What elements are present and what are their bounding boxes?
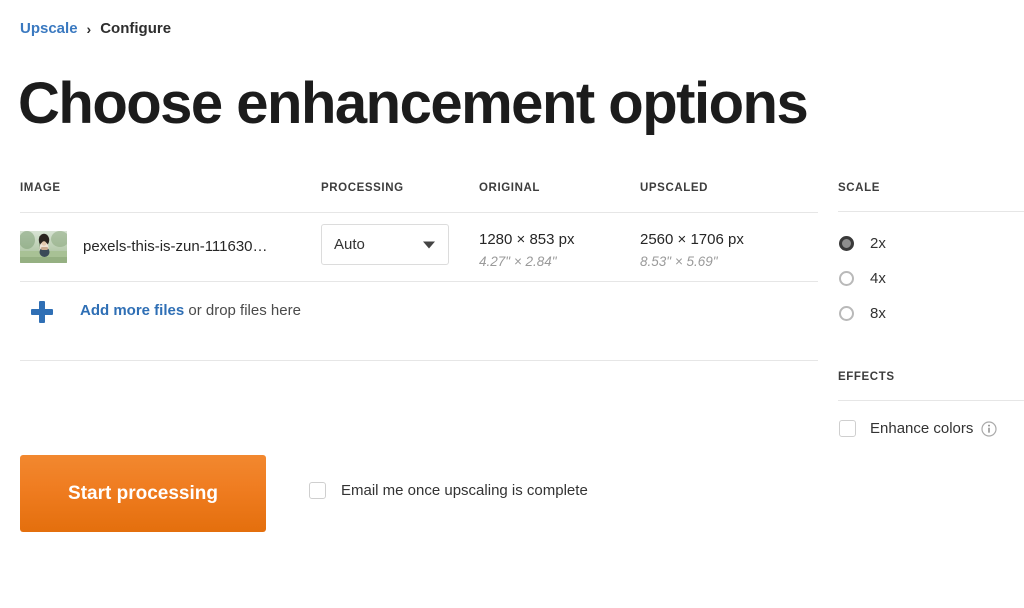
configure-page: Upscale › Configure Choose enhancement o…: [0, 0, 1024, 608]
effects-section: EFFECTS Enhance colors: [838, 371, 1024, 437]
upscaled-pixels: 2560 × 1706 px: [640, 231, 744, 248]
processing-mode-value: Auto: [334, 236, 365, 253]
options-sidebar: SCALE 2x 4x 8x EFFECTS Enhance colors: [838, 182, 1024, 437]
divider: [838, 400, 1024, 401]
scale-section-title: SCALE: [838, 182, 880, 194]
email-notify-option[interactable]: Email me once upscaling is complete: [308, 482, 588, 499]
scale-option-8x[interactable]: 8x: [838, 296, 1024, 331]
scale-option-2x[interactable]: 2x: [838, 226, 1024, 261]
email-notify-label: Email me once upscaling is complete: [341, 482, 588, 499]
breadcrumb-link-upscale[interactable]: Upscale: [20, 20, 78, 37]
divider: [20, 360, 818, 361]
radio-icon[interactable]: [839, 236, 854, 251]
start-processing-button[interactable]: Start processing: [20, 455, 266, 532]
add-files-text: Add more files or drop files here: [80, 302, 301, 319]
column-header-original: ORIGINAL: [479, 182, 541, 194]
table-row: pexels-this-is-zun-111630… Auto 1280 × 8…: [20, 213, 818, 281]
scale-options: 2x 4x 8x: [838, 226, 1024, 331]
chevron-down-icon: [423, 241, 435, 248]
scale-option-label: 2x: [870, 235, 886, 252]
upscaled-dimensions: 2560 × 1706 px 8.53" × 5.69": [640, 231, 744, 269]
page-title: Choose enhancement options: [18, 71, 809, 136]
add-more-files-link[interactable]: Add more files: [80, 302, 184, 319]
table-header-row: IMAGE PROCESSING ORIGINAL UPSCALED: [20, 182, 818, 212]
checkbox-icon[interactable]: [309, 482, 326, 499]
scale-option-label: 8x: [870, 305, 886, 322]
processing-mode-select[interactable]: Auto: [321, 224, 449, 265]
radio-icon[interactable]: [839, 306, 854, 321]
file-name: pexels-this-is-zun-111630…: [83, 238, 268, 255]
plus-icon: [31, 301, 53, 323]
checkbox-icon[interactable]: [839, 420, 856, 437]
add-files-row[interactable]: Add more files or drop files here: [20, 282, 818, 360]
radio-icon[interactable]: [839, 271, 854, 286]
drop-files-hint: or drop files here: [184, 302, 301, 319]
effect-option-label: Enhance colors: [870, 420, 974, 437]
scale-option-label: 4x: [870, 270, 886, 287]
chevron-right-icon: ›: [86, 20, 92, 37]
effects-section-title: EFFECTS: [838, 371, 895, 383]
divider: [838, 211, 1024, 212]
breadcrumb: Upscale › Configure: [20, 20, 171, 37]
effect-option-enhance-colors[interactable]: Enhance colors: [838, 420, 1024, 437]
breadcrumb-current-configure: Configure: [100, 20, 172, 37]
column-header-upscaled: UPSCALED: [640, 182, 709, 194]
scale-option-4x[interactable]: 4x: [838, 261, 1024, 296]
original-inches: 4.27" × 2.84": [479, 254, 557, 269]
info-icon[interactable]: [981, 420, 998, 437]
upscaled-inches: 8.53" × 5.69": [640, 254, 718, 269]
original-dimensions: 1280 × 853 px 4.27" × 2.84": [479, 231, 575, 269]
column-header-image: IMAGE: [20, 182, 61, 194]
column-header-processing: PROCESSING: [321, 182, 404, 194]
file-thumbnail: [20, 231, 67, 263]
original-pixels: 1280 × 853 px: [479, 231, 575, 248]
files-panel: IMAGE PROCESSING ORIGINAL UPSCALED pexel…: [20, 182, 818, 361]
